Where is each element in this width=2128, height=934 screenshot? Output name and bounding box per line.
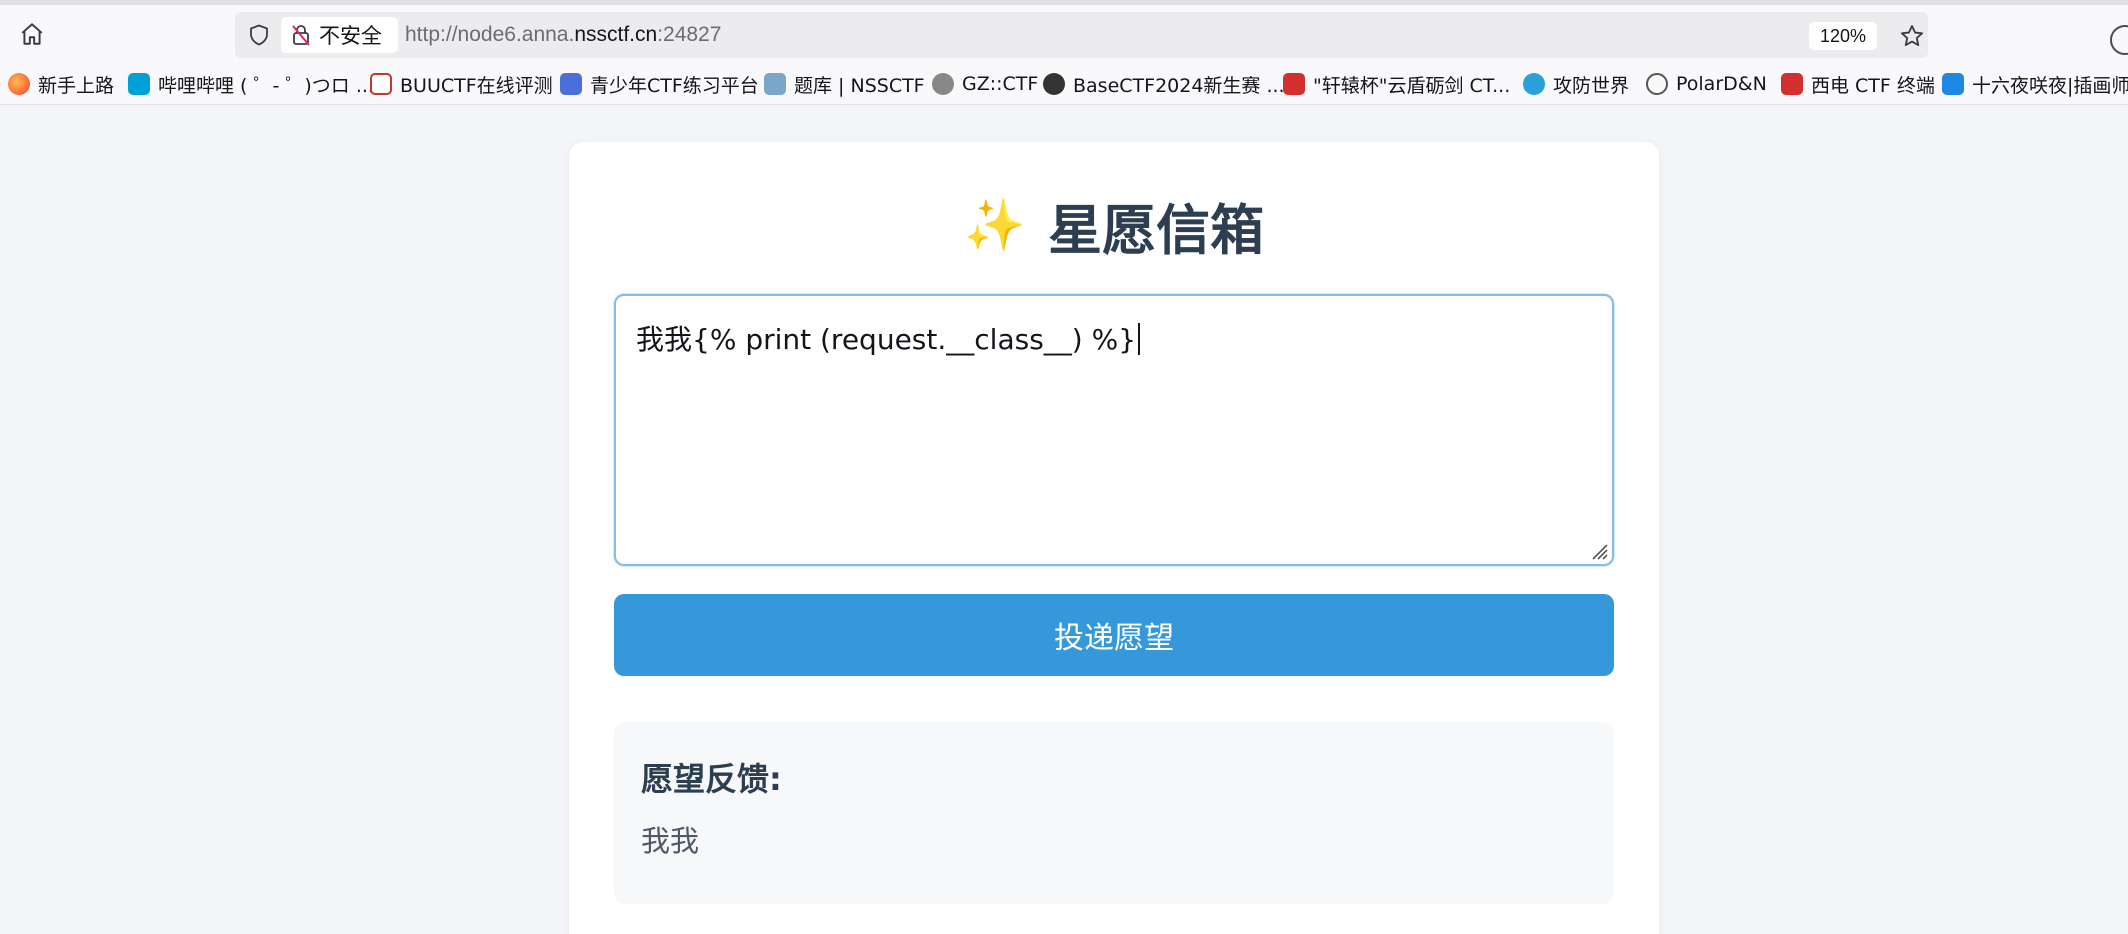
bookmark-item[interactable]: 西电 CTF 终端 xyxy=(1781,71,1935,97)
page-title: ✨ 星愿信箱 xyxy=(569,190,1659,262)
url-domain: nssctf.cn xyxy=(574,23,658,46)
bookmark-item[interactable]: "轩辕杯"云盾砺剑 CT... xyxy=(1283,71,1510,97)
zoom-reset-button[interactable]: 120% xyxy=(1809,22,1877,50)
bookmark-item[interactable]: PolarD&N xyxy=(1646,71,1767,97)
gzctf-icon xyxy=(932,73,954,95)
home-icon xyxy=(21,23,43,45)
xidian-icon xyxy=(1781,73,1803,95)
qsnctf-icon xyxy=(560,73,582,95)
globe-icon xyxy=(1646,73,1668,95)
adworld-icon xyxy=(1523,73,1545,95)
bookmark-item[interactable]: BaseCTF2024新生赛 ... xyxy=(1043,71,1285,97)
url-text[interactable]: http://node6.anna.nssctf.cn:24827 xyxy=(405,12,721,58)
bookmark-item[interactable]: 十六夜咲夜|插画师 xyxy=(1942,71,2128,97)
feedback-title: 愿望反馈: xyxy=(641,760,782,798)
insecure-lock-icon xyxy=(292,25,310,46)
address-bar[interactable]: 不安全 http://node6.anna.nssctf.cn:24827 12… xyxy=(235,12,1928,58)
account-icon[interactable] xyxy=(2110,25,2128,55)
feedback-text: 我我 xyxy=(641,824,700,858)
resize-handle-icon[interactable] xyxy=(1589,541,1609,561)
url-prefix: http://node6.anna. xyxy=(405,23,575,46)
shield-icon xyxy=(250,24,268,46)
nssctf-icon xyxy=(764,73,786,95)
star-icon xyxy=(1901,25,1923,47)
home-button[interactable] xyxy=(12,14,52,54)
browser-toolbar: 不安全 http://node6.anna.nssctf.cn:24827 12… xyxy=(0,5,2128,63)
tracking-protection-button[interactable] xyxy=(243,19,275,51)
wish-textarea[interactable]: 我我{% print (request.__class__) %} xyxy=(614,294,1614,566)
connection-security-indicator[interactable]: 不安全 xyxy=(281,17,398,53)
sparkles-icon: ✨ xyxy=(963,195,1027,254)
bookmark-item[interactable]: 哔哩哔哩 ( ゜- ゜)つロ ... xyxy=(128,71,374,97)
bilibili-icon xyxy=(128,73,150,95)
wish-input-value: 我我{% print (request.__class__) %} xyxy=(636,323,1137,356)
bookmark-item[interactable]: 题库 | NSSCTF xyxy=(764,71,925,97)
bookmark-item[interactable]: 新手上路 xyxy=(8,71,114,97)
xuanyuan-icon xyxy=(1283,73,1305,95)
firefox-icon xyxy=(8,73,30,95)
insecure-label: 不安全 xyxy=(319,24,382,48)
bookmark-item[interactable]: GZ::CTF xyxy=(932,71,1038,97)
feedback-panel: 愿望反馈: 我我 xyxy=(614,722,1614,904)
wish-card: ✨ 星愿信箱 我我{% print (request.__class__) %}… xyxy=(569,142,1659,934)
text-caret xyxy=(1138,323,1141,355)
page-title-text: 星愿信箱 xyxy=(1048,198,1265,262)
basectf-icon xyxy=(1043,73,1065,95)
bookmark-item[interactable]: 青少年CTF练习平台 xyxy=(560,71,759,97)
submit-wish-button[interactable]: 投递愿望 xyxy=(614,594,1614,676)
bookmark-star-button[interactable] xyxy=(1895,19,1929,53)
bookmark-item[interactable]: 攻防世界 xyxy=(1523,71,1629,97)
url-port: :24827 xyxy=(657,23,722,46)
bookmark-item[interactable]: BUUCTF在线评测 xyxy=(370,71,553,97)
buuctf-icon xyxy=(370,73,392,95)
bing-icon xyxy=(1942,73,1964,95)
bookmarks-toolbar: 新手上路 哔哩哔哩 ( ゜- ゜)つロ ... BUUCTF在线评测 青少年CT… xyxy=(0,63,2128,105)
